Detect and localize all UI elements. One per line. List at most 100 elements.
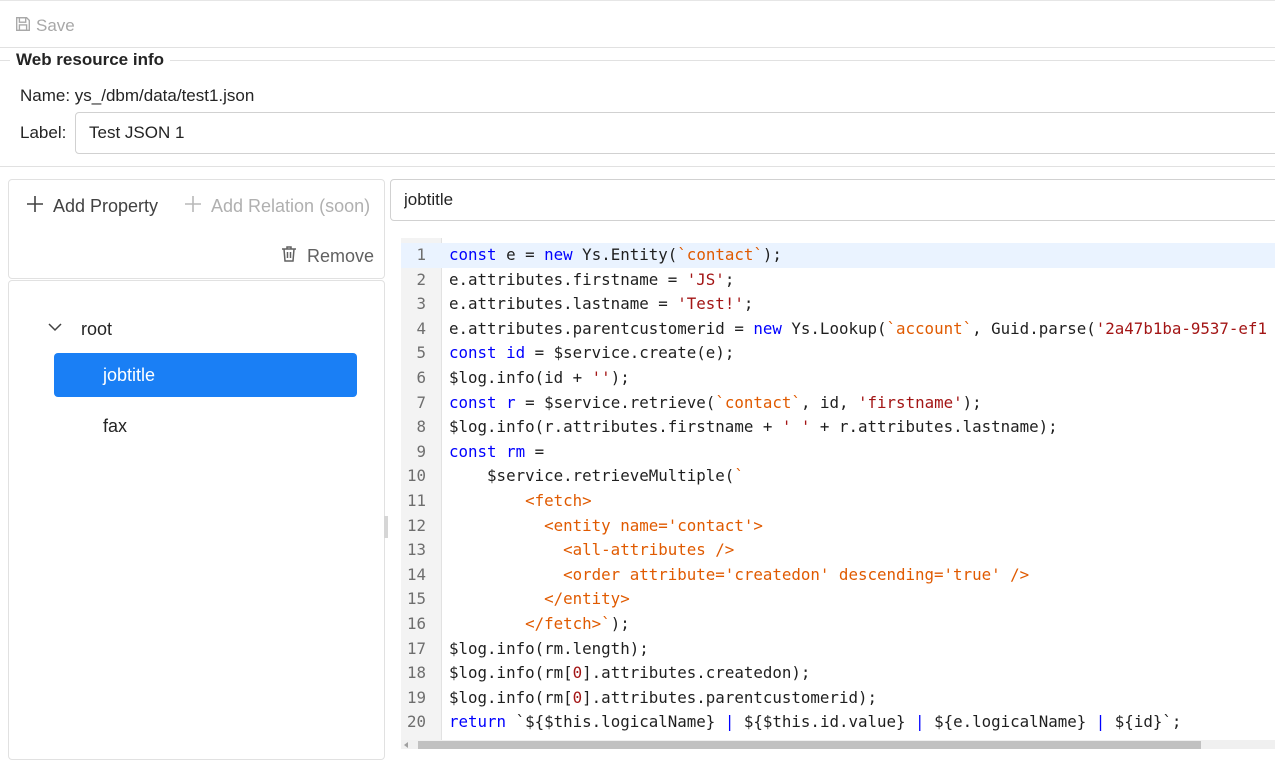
code-token: = $service.create(e); [525,343,735,363]
code-token: `contact` [677,245,763,264]
code-line[interactable]: 18 $log.info(rm[0].attributes.createdon); [401,661,1275,686]
code-token: <fetch> [449,491,592,510]
code-token: $service.retrieveMultiple( [449,466,735,486]
line-number: 9 [416,441,426,461]
code-text: const e = new Ys.Entity(`contact`); [449,243,782,268]
code-token: $log.info(rm.length); [449,638,649,658]
line-number: 7 [416,392,426,412]
scroll-left-icon[interactable] [404,742,408,748]
code-token: $log.info(id + [449,368,592,387]
code-line[interactable]: 9 const rm = [401,440,1275,465]
code-line[interactable]: 4 e.attributes.parentcustomerid = new Ys.… [401,317,1275,342]
code-token: '' [591,368,611,387]
code-line[interactable]: 5 const id = $service.create(e); [401,341,1275,366]
code-token: ${id}`; [1105,712,1182,732]
code-token: e.attributes.lastname = [449,294,678,314]
code-token: + r.attributes.lastname); [810,417,1058,437]
toolbar: Save [0,0,1275,48]
code-token: , Guid.parse( [972,318,1096,338]
code-text: $log.info(rm.length); [449,637,649,662]
code-line[interactable]: 8 $log.info(r.attributes.firstname + ' ' … [401,415,1275,440]
tree-item-jobtitle[interactable]: jobtitle [54,353,357,397]
horizontal-scrollbar[interactable] [401,740,1275,749]
code-token: <order attribute='createdon' descending=… [449,564,1030,584]
web-resource-info: Web resource info Name: ys_/dbm/data/tes… [0,48,1275,167]
tree-item-fax[interactable]: fax [54,404,357,448]
code-editor[interactable]: 1 const e = new Ys.Entity(`contact`); 2 e.a… [401,238,1275,749]
code-line[interactable]: 6 $log.info(id + ''); [401,366,1275,391]
plus-icon [25,194,45,219]
code-token: id [506,343,526,363]
code-token: ${$this.id.value} [734,712,916,732]
code-text: </fetch>`); [449,612,630,637]
line-number: 8 [416,417,426,437]
code-token: | [1095,712,1106,732]
code-token: Ys.Lookup( [781,318,887,338]
save-label: Save [36,16,75,35]
code-line[interactable]: 14 <order attribute='createdon' descendi… [401,563,1275,588]
code-token: '2a47b1ba-9537-ef1 [1095,318,1267,338]
code-token: ${e.logicalName} [924,712,1096,732]
add-property-label: Add Property [53,196,159,216]
panel-splitter[interactable] [384,516,388,538]
scrollbar-thumb[interactable] [418,741,1201,749]
code-text: const rm = [449,440,544,465]
code-token: e.attributes.parentcustomerid = [449,318,754,338]
code-line[interactable]: 15 </entity> [401,587,1275,612]
code-token: ; [743,294,754,314]
code-token: `${$this.logicalName} [506,712,725,732]
code-line[interactable]: 7 const r = $service.retrieve(`contact`, … [401,391,1275,416]
remove-button[interactable]: Remove [279,244,374,269]
code-line[interactable]: 16 </fetch>`); [401,612,1275,637]
code-token: ; [724,269,735,289]
code-line[interactable]: 19 $log.info(rm[0].attributes.parentcusto… [401,686,1275,711]
code-line[interactable]: 2 e.attributes.firstname = 'JS'; [401,268,1275,293]
code-text: $log.info(rm[0].attributes.createdon); [449,661,810,686]
code-token: $log.info(rm[ [449,687,573,707]
code-token: new [544,245,573,264]
code-text: e.attributes.lastname = 'Test!'; [449,292,753,317]
line-number: 14 [406,564,426,584]
code-line[interactable]: 10 $service.retrieveMultiple(` [401,464,1275,489]
label-input[interactable] [75,112,1275,154]
line-number: 6 [416,368,426,387]
code-token: <all-attributes /> [449,540,735,560]
line-number: 4 [416,318,426,338]
line-number: 16 [406,614,426,633]
label-caption: Label: [20,123,67,142]
code-text: return `${$this.logicalName} | ${$this.i… [449,710,1181,735]
section-legend: Web resource info [10,50,170,70]
code-line[interactable]: 1 const e = new Ys.Entity(`contact`); [401,243,1275,268]
code-token: e.attributes.firstname = [449,269,687,289]
tree-root[interactable]: root [47,319,112,340]
code-token: | [915,712,925,732]
fieldset-border [0,60,1275,61]
code-line[interactable]: 20 return `${$this.logicalName} | ${$this… [401,710,1275,735]
plus-icon [183,194,203,219]
code-text: <entity name='contact'> [449,514,763,539]
chevron-down-icon[interactable] [47,319,63,340]
code-line[interactable]: 11 <fetch> [401,489,1275,514]
code-text: e.attributes.parentcustomerid = new Ys.L… [449,317,1267,342]
code-line[interactable]: 13 <all-attributes /> [401,538,1275,563]
code-line[interactable]: 12 <entity name='contact'> [401,514,1275,539]
code-text: $service.retrieveMultiple(` [449,464,744,489]
property-name-input[interactable] [390,179,1275,221]
line-number: 17 [406,638,426,658]
code-text: $log.info(r.attributes.firstname + ' ' +… [449,415,1058,440]
add-property-button[interactable]: Add Property [25,194,158,219]
line-number: 13 [406,540,426,560]
code-line[interactable]: 3 e.attributes.lastname = 'Test!'; [401,292,1275,317]
add-relation-label: Add Relation (soon) [211,196,371,216]
add-relation-button[interactable]: Add Relation (soon) [183,194,370,219]
code-token: 0 [572,663,583,683]
save-button[interactable]: Save [14,15,75,37]
code-token: ); [610,368,630,387]
code-token: 'JS' [686,269,725,289]
code-token: const [449,392,497,412]
code-token: return [449,712,507,732]
code-line[interactable]: 17 $log.info(rm.length); [401,637,1275,662]
tree-root-label: root [81,319,113,339]
resource-name: Name: ys_/dbm/data/test1.json [20,86,255,105]
